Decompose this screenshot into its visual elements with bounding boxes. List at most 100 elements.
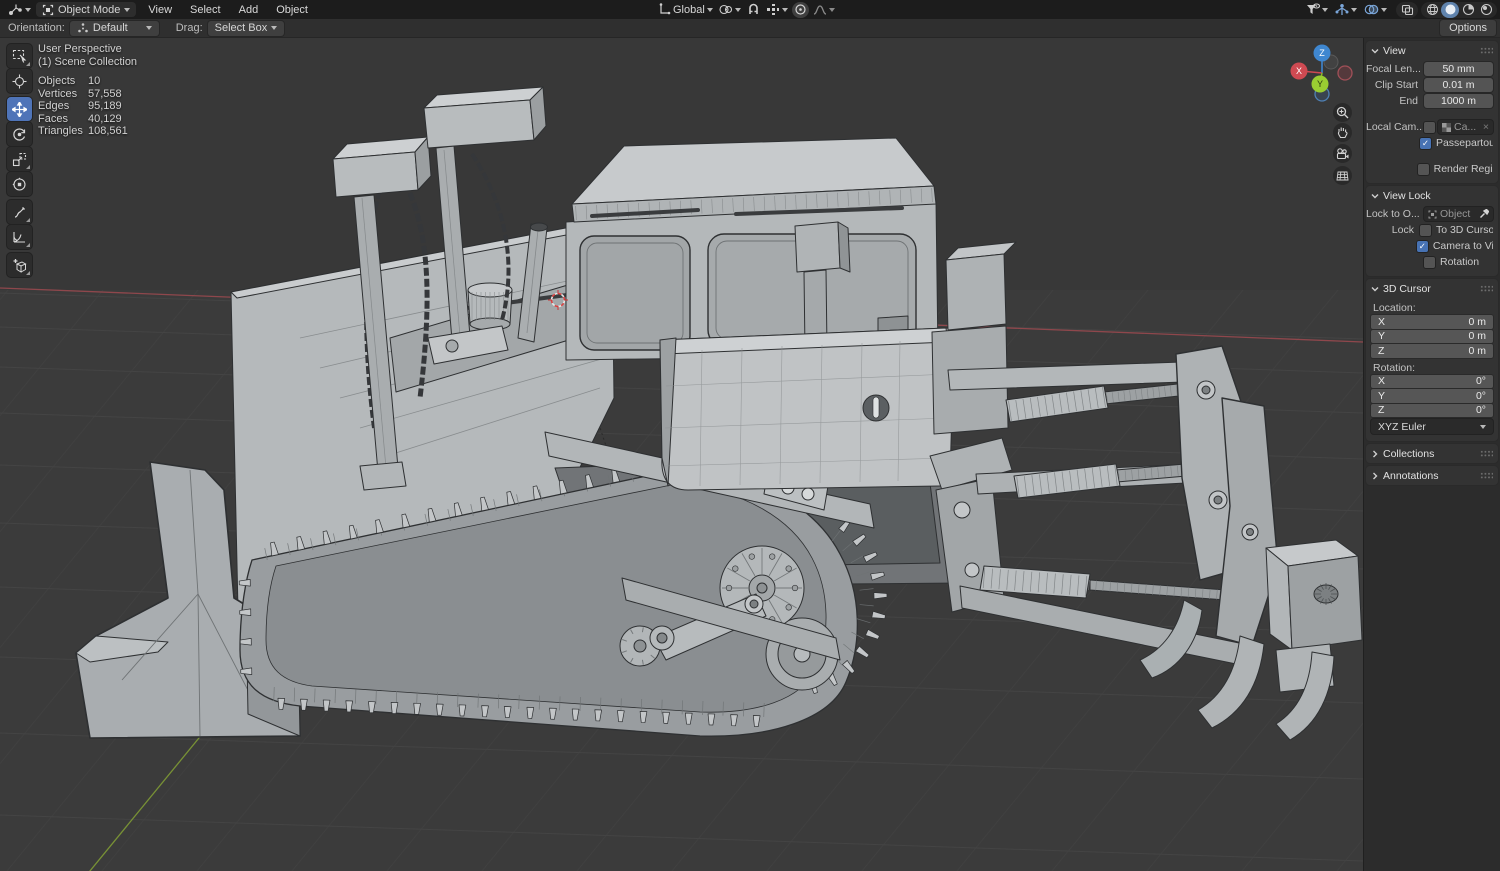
fuel-tank[interactable] <box>660 328 954 490</box>
rendered-shading-icon <box>1480 3 1493 16</box>
axis-neg-x-ball[interactable] <box>1338 66 1352 80</box>
chevron-down-icon <box>1381 8 1387 12</box>
xray-toggle[interactable] <box>1398 2 1416 18</box>
local-camera-checkbox[interactable] <box>1424 122 1435 133</box>
xray-icon <box>1401 4 1414 16</box>
ortho-toggle-button[interactable] <box>1333 166 1352 185</box>
select-box-tool[interactable] <box>7 44 32 68</box>
pivot-point-dropdown[interactable] <box>717 2 743 18</box>
drag-value: Select Box <box>215 22 268 34</box>
proportional-editing-toggle[interactable] <box>792 2 809 18</box>
cursor-location-x[interactable]: X0 m <box>1371 315 1493 329</box>
solid-shading-icon <box>1444 3 1457 16</box>
axis-x-label: X <box>1296 66 1302 76</box>
drag-dots-icon[interactable] <box>1480 472 1493 479</box>
panel-3d-cursor-header[interactable]: 3D Cursor <box>1366 279 1498 298</box>
drag-dots-icon[interactable] <box>1480 285 1493 292</box>
measure-icon <box>12 230 27 244</box>
viewport-stats: User Perspective (1) Scene Collection Ob… <box>38 43 137 138</box>
panel-view-lock-header[interactable]: View Lock <box>1366 186 1498 205</box>
cursor-rotation-z[interactable]: Z0° <box>1371 404 1493 418</box>
move-tool[interactable] <box>7 97 32 121</box>
drag-dots-icon[interactable] <box>1480 47 1493 54</box>
menu-view[interactable]: View <box>139 4 181 16</box>
viewport-canvas[interactable] <box>0 38 1363 871</box>
lock-rotation-checkbox[interactable] <box>1424 257 1435 268</box>
transform-orientation-dropdown[interactable]: Global <box>656 2 715 18</box>
menu-add[interactable]: Add <box>230 4 268 16</box>
cursor-location-z[interactable]: Z0 m <box>1371 344 1493 358</box>
measure-tool[interactable] <box>7 225 32 249</box>
close-icon[interactable]: × <box>1483 121 1489 133</box>
viewport-toolbar <box>7 44 33 278</box>
drag-dots-icon[interactable] <box>1480 450 1493 457</box>
clip-end-field[interactable]: 1000 m <box>1424 94 1493 108</box>
panel-collections-header[interactable]: Collections <box>1366 444 1498 463</box>
mode-dropdown[interactable]: Object Mode <box>36 2 136 17</box>
scale-tool[interactable] <box>7 147 32 171</box>
overlays-icon <box>1364 3 1379 16</box>
camera-view-icon <box>1335 147 1350 160</box>
panel-view-header[interactable]: View <box>1366 41 1498 60</box>
orientation-default-icon <box>77 22 89 34</box>
chevron-down-icon <box>782 8 788 12</box>
panel-collections: Collections <box>1366 444 1498 463</box>
rotate-tool-icon <box>12 127 27 142</box>
panel-annotations: Annotations <box>1366 466 1498 485</box>
camera-view-button[interactable] <box>1333 144 1352 163</box>
navigation-gizmo[interactable]: Z X Y <box>1287 38 1357 108</box>
pan-button[interactable] <box>1333 123 1352 142</box>
solid-shading-button[interactable] <box>1441 2 1459 18</box>
select-box-icon <box>12 49 27 63</box>
cursor-rotation-y[interactable]: Y0° <box>1371 389 1493 403</box>
cursor-tool[interactable] <box>7 69 32 93</box>
panel-annotations-header[interactable]: Annotations <box>1366 466 1498 485</box>
lock-label: Lock <box>1366 224 1420 236</box>
material-shading-button[interactable] <box>1459 2 1477 18</box>
visibility-filter-dropdown[interactable] <box>1304 2 1330 18</box>
snap-target-dropdown[interactable] <box>764 2 790 18</box>
passepartout-checkbox[interactable]: ✓ <box>1420 138 1431 149</box>
annotate-tool[interactable] <box>7 200 32 224</box>
to-3d-cursor-checkbox[interactable] <box>1420 225 1431 236</box>
focal-length-field[interactable]: 50 mm <box>1424 62 1493 76</box>
cursor-location-y[interactable]: Y0 m <box>1371 330 1493 344</box>
clip-start-field[interactable]: 0.01 m <box>1424 78 1493 92</box>
menu-select[interactable]: Select <box>181 4 230 16</box>
local-camera-field[interactable]: Ca... × <box>1438 120 1493 134</box>
proportional-editing-icon <box>794 3 807 16</box>
lock-to-object-field[interactable]: Object <box>1424 207 1493 221</box>
drag-select-box-dropdown[interactable]: Select Box <box>208 21 285 36</box>
viewport-3d[interactable]: User Perspective (1) Scene Collection Ob… <box>0 38 1363 871</box>
menu-object[interactable]: Object <box>267 4 317 16</box>
editor-type-button[interactable] <box>6 2 33 18</box>
xray-group <box>1396 2 1418 18</box>
add-cube-tool[interactable] <box>7 253 32 277</box>
blender-window: Object Mode View Select Add Object Globa… <box>0 0 1500 871</box>
to-3d-cursor-label: To 3D Cursor <box>1436 224 1493 236</box>
falloff-dropdown[interactable] <box>811 2 837 18</box>
panel-view-title: View <box>1383 45 1406 57</box>
overlays-dropdown[interactable] <box>1362 2 1389 18</box>
camera-to-view-checkbox[interactable]: ✓ <box>1417 241 1428 252</box>
transform-tool[interactable] <box>7 172 32 196</box>
rendered-shading-button[interactable] <box>1477 2 1495 18</box>
gizmos-dropdown[interactable] <box>1333 2 1359 18</box>
rotate-tool[interactable] <box>7 122 32 146</box>
orientation-default-value: Default <box>93 22 128 34</box>
cursor-rotation-label: Rotation: <box>1373 362 1498 374</box>
render-region-checkbox[interactable] <box>1418 164 1429 175</box>
chevron-down-icon <box>1322 8 1328 12</box>
zoom-button[interactable] <box>1333 103 1352 122</box>
euler-mode-dropdown[interactable]: XYZ Euler <box>1371 419 1493 434</box>
orientation-default-dropdown[interactable]: Default <box>70 21 159 36</box>
eyedropper-icon[interactable] <box>1479 209 1489 219</box>
scale-tool-icon <box>12 152 27 167</box>
snap-toggle[interactable] <box>745 2 762 18</box>
options-button[interactable]: Options <box>1440 20 1496 36</box>
cursor-rotation-x[interactable]: X0° <box>1371 375 1493 389</box>
local-camera-label: Local Cam... <box>1366 121 1424 133</box>
chevron-down-icon <box>707 8 713 12</box>
viewport-header: Object Mode View Select Add Object Globa… <box>0 0 1500 19</box>
wireframe-shading-button[interactable] <box>1423 2 1441 18</box>
